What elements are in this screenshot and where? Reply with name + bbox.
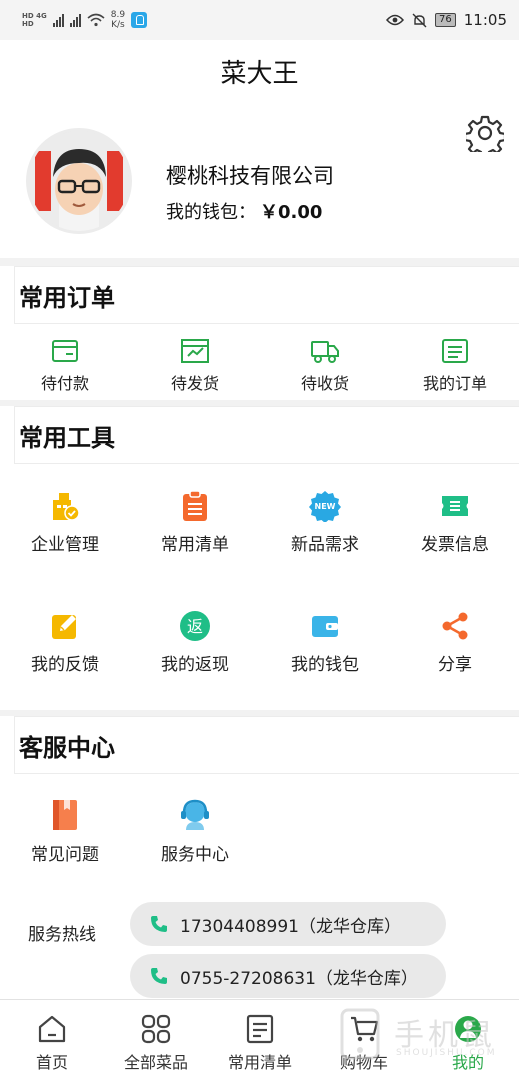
wallet-icon [312, 616, 338, 637]
avatar[interactable] [26, 128, 132, 234]
orders-section: 常用订单 待付款 待发货 待收货 我的订单 [0, 266, 519, 400]
pending-shipment-icon [181, 339, 209, 363]
tab-label: 全部菜品 [123, 1053, 188, 1072]
faq-book-icon [53, 800, 77, 830]
clock: 11:05 [463, 11, 507, 29]
service-section-header: 客服中心 [14, 716, 519, 774]
order-list-icon [442, 339, 468, 363]
settings-gear-icon[interactable] [466, 114, 504, 152]
tab-cart[interactable]: 购物车 [312, 1000, 416, 1080]
app-notification-icon [131, 12, 148, 28]
tool-label: 我的钱包 [291, 655, 359, 675]
list-icon [246, 1014, 274, 1044]
svg-text:NEW: NEW [315, 502, 336, 511]
truck-icon [311, 341, 339, 363]
profile-card: 樱桃科技有限公司 我的钱包： ￥0.00 [0, 102, 519, 258]
order-label: 待发货 [170, 374, 219, 393]
cart-icon [351, 1016, 379, 1042]
cashback-icon: 返 [180, 611, 210, 641]
order-all-orders[interactable]: 我的订单 [390, 338, 519, 394]
tool-label: 常用清单 [161, 535, 229, 555]
wallet-amount: ￥0.00 [260, 202, 323, 223]
bottom-tab-bar: 首页 全部菜品 常用清单 购物车 我的 [0, 999, 519, 1080]
tab-label: 常用清单 [227, 1053, 292, 1072]
network-type-icon: HD 4G HD [22, 12, 47, 28]
app-header: 菜大王 [0, 40, 519, 102]
tab-home[interactable]: 首页 [0, 1000, 104, 1080]
tab-label: 首页 [35, 1053, 68, 1072]
enterprise-icon [53, 493, 80, 521]
wifi-icon [87, 13, 105, 27]
hotline-phone-1[interactable]: 17304408991（龙华仓库） [130, 902, 446, 946]
invoice-icon [442, 496, 468, 516]
tool-common-list[interactable]: 常用清单 [130, 490, 260, 555]
phone-icon [151, 916, 167, 932]
tools-section-title: 常用工具 [19, 423, 115, 452]
tool-new-product-request[interactable]: NEW 新品需求 [260, 490, 390, 555]
network-speed: 8.9 K/s [110, 10, 126, 30]
tool-label: 发票信息 [421, 535, 489, 555]
share-icon [442, 612, 468, 640]
order-label: 待付款 [40, 374, 89, 393]
status-bar: HD 4G HD 8.9 K/s 76 11:05 [0, 0, 519, 40]
home-icon [38, 1015, 66, 1043]
service-center[interactable]: 服务中心 [130, 798, 260, 865]
tool-my-feedback[interactable]: 我的反馈 [0, 610, 130, 675]
signal-icon [69, 13, 81, 27]
feedback-icon [52, 615, 76, 639]
pending-payment-icon [52, 340, 78, 362]
tools-section: 常用工具 企业管理 常用清单 NEW 新品需求 发票信息 我的反馈 返 我的返现… [0, 406, 519, 710]
tool-label: 我的返现 [161, 655, 229, 675]
profile-icon [455, 1016, 481, 1042]
grid-icon [141, 1014, 171, 1044]
tool-label: 分享 [438, 655, 472, 675]
tab-label: 购物车 [339, 1053, 388, 1072]
orders-section-header: 常用订单 [14, 266, 519, 324]
customer-service-icon [181, 799, 209, 830]
order-pending-receipt[interactable]: 待收货 [260, 338, 390, 394]
page-title: 菜大王 [220, 58, 299, 89]
status-right: 76 11:05 [386, 11, 507, 29]
wallet-balance[interactable]: 我的钱包： ￥0.00 [166, 198, 322, 224]
battery-icon: 76 [435, 13, 456, 27]
order-pending-shipment[interactable]: 待发货 [130, 338, 260, 394]
service-section: 客服中心 常见问题 服务中心 服务热线 17304408991（龙华仓库） 07… [0, 716, 519, 999]
eye-icon [386, 14, 405, 26]
orders-section-title: 常用订单 [19, 283, 115, 312]
phone-number: 17304408991（龙华仓库） [180, 916, 401, 937]
status-left: HD 4G HD 8.9 K/s [22, 10, 148, 30]
tool-my-cashback[interactable]: 返 我的返现 [130, 610, 260, 675]
signal-icon [52, 13, 64, 27]
phone-number: 0755-27208631（龙华仓库） [180, 968, 418, 989]
order-pending-payment[interactable]: 待付款 [0, 338, 130, 394]
tool-invoice-info[interactable]: 发票信息 [390, 490, 519, 555]
phone-icon [151, 968, 167, 984]
wallet-label: 我的钱包： [166, 202, 256, 223]
clipboard-icon [183, 490, 207, 521]
service-label: 服务中心 [161, 845, 229, 865]
tool-enterprise-management[interactable]: 企业管理 [0, 490, 130, 555]
service-faq[interactable]: 常见问题 [0, 798, 130, 865]
order-label: 待收货 [300, 374, 349, 393]
hotline-label: 服务热线 [28, 925, 96, 945]
mute-bell-icon [412, 13, 427, 27]
avatar-illustration [29, 131, 129, 231]
company-name: 樱桃科技有限公司 [166, 164, 334, 188]
tab-label: 我的 [451, 1053, 484, 1072]
tool-share[interactable]: 分享 [390, 610, 519, 675]
order-label: 我的订单 [422, 374, 487, 393]
tab-common-list[interactable]: 常用清单 [208, 1000, 312, 1080]
hotline-phone-2[interactable]: 0755-27208631（龙华仓库） [130, 954, 446, 998]
tool-label: 企业管理 [31, 535, 99, 555]
svg-text:返: 返 [187, 617, 203, 636]
new-badge-icon: NEW [309, 491, 341, 522]
service-label: 常见问题 [31, 845, 99, 865]
tab-all-dishes[interactable]: 全部菜品 [104, 1000, 208, 1080]
tab-profile[interactable]: 我的 [416, 1000, 519, 1080]
tool-my-wallet[interactable]: 我的钱包 [260, 610, 390, 675]
tool-label: 我的反馈 [31, 655, 99, 675]
tool-label: 新品需求 [291, 535, 359, 555]
tools-section-header: 常用工具 [14, 406, 519, 464]
service-section-title: 客服中心 [19, 733, 115, 762]
